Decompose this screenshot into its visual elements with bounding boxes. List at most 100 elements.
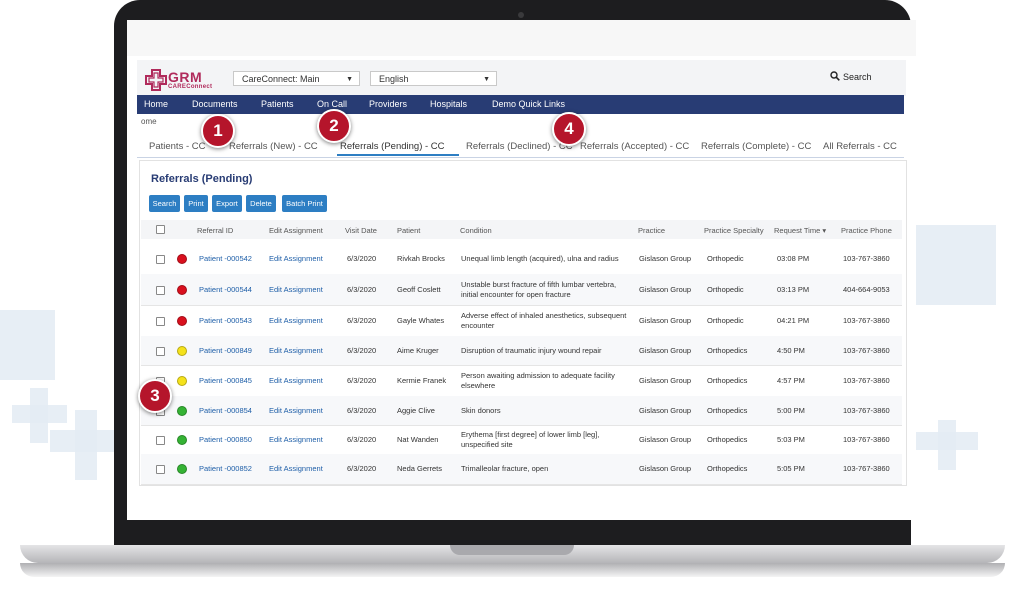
header-condition[interactable]: Condition (460, 226, 492, 235)
visit-date-cell: 6/3/2020 (347, 345, 377, 355)
practice-cell: Gislason Group (639, 464, 692, 473)
select-all-checkbox[interactable] (156, 225, 165, 234)
practice-phone-cell: 103-767-3860 (843, 315, 890, 325)
site-select-value: CareConnect: Main (242, 74, 320, 84)
tab-referrals-pending[interactable]: Referrals (Pending) - CC (340, 141, 445, 152)
header-edit-assignment[interactable]: Edit Assignment (269, 226, 323, 235)
specialty-cell: Orthopedics (707, 375, 748, 385)
condition-cell: Skin donors (461, 405, 501, 415)
row-checkbox[interactable] (156, 316, 165, 326)
print-button[interactable]: Print (184, 195, 208, 212)
request-time-cell: 4:57 PM (777, 375, 805, 385)
referral-id-link[interactable]: Patient -000850 (199, 435, 252, 444)
referral-id-link[interactable]: Patient -000845 (199, 376, 252, 385)
nav-demo-quick-links[interactable]: Demo Quick Links (492, 99, 565, 109)
nav-documents[interactable]: Documents (192, 99, 238, 109)
referral-id-link[interactable]: Patient -000852 (199, 464, 252, 473)
search-label: Search (843, 72, 872, 82)
practice-phone-cell: 103-767-3860 (843, 464, 890, 473)
background-decoration (75, 410, 97, 480)
header-practice-specialty[interactable]: Practice Specialty (704, 226, 764, 235)
table-row[interactable]: Patient -000544 Edit Assignment 6/3/2020 Ge… (141, 274, 902, 306)
export-button[interactable]: Export (212, 195, 242, 212)
status-dot-icon (177, 464, 187, 474)
nav-home[interactable]: Home (144, 99, 168, 109)
table-row[interactable]: Patient -000852 Edit Assignment 6/3/2020 Ne… (141, 454, 902, 485)
background-decoration (30, 388, 48, 443)
practice-phone-cell: 103-767-3860 (843, 405, 890, 415)
practice-cell: Gislason Group (639, 345, 692, 355)
table-row[interactable]: Patient -000543 Edit Assignment 6/3/2020 Ga… (141, 305, 902, 337)
header-practice[interactable]: Practice (638, 226, 665, 235)
search-link[interactable]: Search (830, 71, 872, 82)
request-time-cell: 5:00 PM (777, 405, 805, 415)
callout-badge-2: 2 (317, 109, 351, 143)
table-row[interactable]: Patient -000845 Edit Assignment 6/3/2020 Ke… (141, 365, 902, 397)
request-time-cell: 4:50 PM (777, 345, 805, 355)
referral-id-link[interactable]: Patient -000849 (199, 346, 252, 355)
site-select[interactable]: CareConnect: Main ▼ (233, 71, 360, 86)
tab-patients[interactable]: Patients - CC (149, 141, 206, 152)
browser-strip (127, 20, 916, 56)
app-logo[interactable]: GRM CAREConnect (145, 68, 245, 94)
row-checkbox[interactable] (156, 435, 165, 445)
nav-on-call[interactable]: On Call (317, 99, 347, 109)
status-dot-icon (177, 284, 187, 295)
patient-name-cell: Kermie Franek (397, 375, 447, 385)
active-tab-indicator (337, 154, 459, 156)
header-patient[interactable]: Patient (397, 226, 420, 235)
nav-patients[interactable]: Patients (261, 99, 294, 109)
condition-cell: Trimalleolar fracture, open (461, 464, 549, 473)
edit-assignment-link[interactable]: Edit Assignment (269, 464, 323, 473)
referral-id-link[interactable]: Patient -000543 (199, 316, 252, 325)
condition-cell: Unstable burst fracture of fifth lumbar … (461, 279, 617, 299)
header-visit-date[interactable]: Visit Date (345, 226, 377, 235)
edit-assignment-link[interactable]: Edit Assignment (269, 254, 323, 263)
nav-hospitals[interactable]: Hospitals (430, 99, 467, 109)
patient-name-cell: Rivkah Brocks (397, 254, 445, 263)
edit-assignment-link[interactable]: Edit Assignment (269, 406, 323, 415)
practice-cell: Gislason Group (639, 434, 692, 444)
search-button[interactable]: Search (149, 195, 180, 212)
visit-date-cell: 6/3/2020 (347, 375, 377, 385)
table-row[interactable]: Patient -000849 Edit Assignment 6/3/2020 Ai… (141, 336, 902, 366)
row-checkbox[interactable] (156, 346, 165, 356)
edit-assignment-link[interactable]: Edit Assignment (269, 376, 323, 385)
practice-cell: Gislason Group (639, 315, 692, 325)
practice-cell: Gislason Group (639, 405, 692, 415)
tab-all-referrals[interactable]: All Referrals - CC (823, 141, 897, 152)
header-request-time[interactable]: Request Time ▾ (774, 226, 826, 235)
visit-date-cell: 6/3/2020 (347, 464, 377, 473)
table-row[interactable]: Patient -000854 Edit Assignment 6/3/2020 Ag… (141, 396, 902, 426)
tab-referrals-complete[interactable]: Referrals (Complete) - CC (701, 141, 811, 152)
tab-referrals-declined[interactable]: Referrals (Declined) - CC (466, 141, 573, 152)
referral-id-link[interactable]: Patient -000542 (199, 254, 252, 263)
edit-assignment-link[interactable]: Edit Assignment (269, 316, 323, 325)
practice-phone-cell: 404-664-9053 (843, 284, 890, 294)
language-select[interactable]: English ▼ (370, 71, 497, 86)
edit-assignment-link[interactable]: Edit Assignment (269, 435, 323, 444)
edit-assignment-link[interactable]: Edit Assignment (269, 346, 323, 355)
callout-badge-4: 4 (552, 112, 586, 146)
request-time-cell: 03:08 PM (777, 254, 810, 263)
nav-providers[interactable]: Providers (369, 99, 407, 109)
row-checkbox[interactable] (156, 285, 165, 295)
patient-name-cell: Gayle Whates (397, 315, 445, 325)
practice-phone-cell: 103-767-3860 (843, 254, 890, 263)
header-referral-id[interactable]: Referral ID (197, 226, 233, 235)
table-row[interactable]: Patient -000850 Edit Assignment 6/3/2020 Na… (141, 425, 902, 455)
edit-assignment-link[interactable]: Edit Assignment (269, 285, 323, 294)
batch-print-button[interactable]: Batch Print (282, 195, 327, 212)
referral-id-link[interactable]: Patient -000854 (199, 406, 252, 415)
breadcrumb[interactable]: ome (141, 117, 157, 126)
row-checkbox[interactable] (156, 255, 165, 264)
tab-referrals-new[interactable]: Referrals (New) - CC (229, 141, 318, 152)
header-practice-phone[interactable]: Practice Phone (841, 226, 892, 235)
referral-id-link[interactable]: Patient -000544 (199, 285, 252, 294)
practice-cell: Gislason Group (639, 375, 692, 385)
patient-name-cell: Geoff Coslett (397, 284, 441, 294)
tab-referrals-accepted[interactable]: Referrals (Accepted) - CC (580, 141, 689, 152)
delete-button[interactable]: Delete (246, 195, 276, 212)
row-checkbox[interactable] (156, 465, 165, 474)
table-row[interactable]: Patient -000542 Edit Assignment 6/3/2020 Ri… (141, 244, 902, 275)
